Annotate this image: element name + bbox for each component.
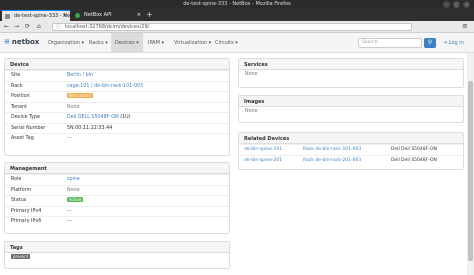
related-device-link[interactable]: de-bln-spine-101 [244,145,282,155]
home-icon[interactable]: ⌂ [37,23,41,31]
device-panel: Device Site Berlin / bln Rack cage-101 /… [4,58,230,156]
close-tab-icon[interactable]: × [137,10,141,21]
window-titlebar: de-test-spine-333 - NetBox - Mozilla Fir… [0,0,474,9]
panel-heading: Services [239,59,463,70]
nav-devices[interactable]: Devices ▾ [111,33,143,53]
reload-icon[interactable]: ⟳ [25,23,30,31]
tab-label: NetBox API [84,12,112,18]
menu-icon[interactable]: ≡ [462,22,468,30]
window-controls: – □ × [443,1,470,8]
table-row: Tenant None [5,101,229,113]
device-type-link[interactable]: Dell DELL S5048F-ON [67,115,119,120]
table-row: Platform None [5,184,229,196]
back-icon[interactable]: ← [4,23,9,31]
services-panel: Services None [238,58,464,88]
images-panel: Images None [238,95,464,123]
table-row: Site Berlin / bln [5,70,229,81]
info-icon[interactable]: ⓘ [56,24,61,30]
role-link[interactable]: spine [67,175,80,185]
search-input[interactable]: Search [358,38,422,48]
close-icon[interactable]: × [463,1,470,8]
panel-heading: Device [5,59,229,70]
login-link[interactable]: ⇥ Log in [443,38,464,48]
nav-ipam[interactable]: IPAM ▾ [144,33,168,53]
page-scrollbar[interactable] [467,53,474,275]
tags-panel: Tags present [4,241,230,269]
related-rack-link[interactable]: Rack de-bln-rack-101-003 [303,145,361,155]
table-row: Position Not racked [5,91,229,102]
search-icon[interactable]: ⚲ [424,38,436,48]
management-panel: Management Role spine Platform None Stat… [4,162,230,234]
table-row: Serial Number 5N:00:11:22:33:44 [5,122,229,134]
table-row: Primary IPv4 — [5,205,229,217]
url-bar[interactable]: ⓘ localhost:32768/dcim/devices/29/ [52,23,412,31]
tab-strip: de-test-spine-333 - NetB × NetBox API × [0,9,474,21]
panel-heading: Tags [5,242,229,253]
table-row: Primary IPv6 — [5,216,229,227]
table-row: de-bln-spine-101 Rack de-bln-rack-101-00… [239,144,463,155]
position-badge: Not racked [67,93,93,98]
netbox-mark-icon: ⁜ [4,38,10,46]
page-icon [5,14,10,19]
nav-racks[interactable]: Racks ▾ [85,33,112,53]
scrollbar-thumb[interactable] [468,81,473,261]
forward-icon[interactable]: → [14,23,19,31]
app-header: ⁜ netbox Organization ▾ Racks ▾ Devices ▾… [0,33,474,53]
tab-netbox-api[interactable]: NetBox API × [72,10,144,21]
window-title: de-test-spine-333 - NetBox - Mozilla Fir… [183,1,291,7]
rack-link[interactable]: cage-101 / de-bln-rack-101-003 [67,82,143,92]
table-row: Asset Tag — [5,133,229,144]
related-devices-panel: Related Devices de-bln-spine-101 Rack de… [238,132,464,170]
table-row: Rack cage-101 / de-bln-rack-101-003 [5,80,229,92]
url-text: localhost:32768/dcim/devices/29/ [65,24,150,30]
tag-badge[interactable]: present [11,254,31,259]
panel-heading: Images [239,96,463,107]
table-row: Device Type Dell DELL S5048F-ON (1U) [5,112,229,123]
netbox-logo[interactable]: ⁜ netbox [4,38,39,46]
site-link[interactable]: Berlin / bln [67,71,93,81]
table-row: Role spine [5,174,229,185]
table-row: de-bln-spine-201 Rack de-bln-rack-201-00… [239,154,463,166]
table-row: Status Active [5,195,229,206]
nav-virtualization[interactable]: Virtualization ▾ [170,33,215,53]
new-tab-button[interactable]: + [146,9,153,21]
nav-organization[interactable]: Organization ▾ [44,33,88,53]
related-device-link[interactable]: de-bln-spine-201 [244,156,282,166]
status-badge: Active [67,197,84,202]
maximize-icon[interactable]: □ [453,1,460,8]
panel-heading: Related Devices [239,133,463,144]
minimize-icon[interactable]: – [443,1,450,8]
navigation-bar: ← → ⟳ ⌂ ⓘ localhost:32768/dcim/devices/2… [0,21,474,33]
panel-heading: Management [5,163,229,174]
nav-circuits[interactable]: Circuits ▾ [211,33,242,53]
related-rack-link[interactable]: Rack de-bln-rack-201-003 [303,156,361,166]
tab-device[interactable]: de-test-spine-333 - NetB × [2,10,75,21]
globe-icon [75,13,80,18]
